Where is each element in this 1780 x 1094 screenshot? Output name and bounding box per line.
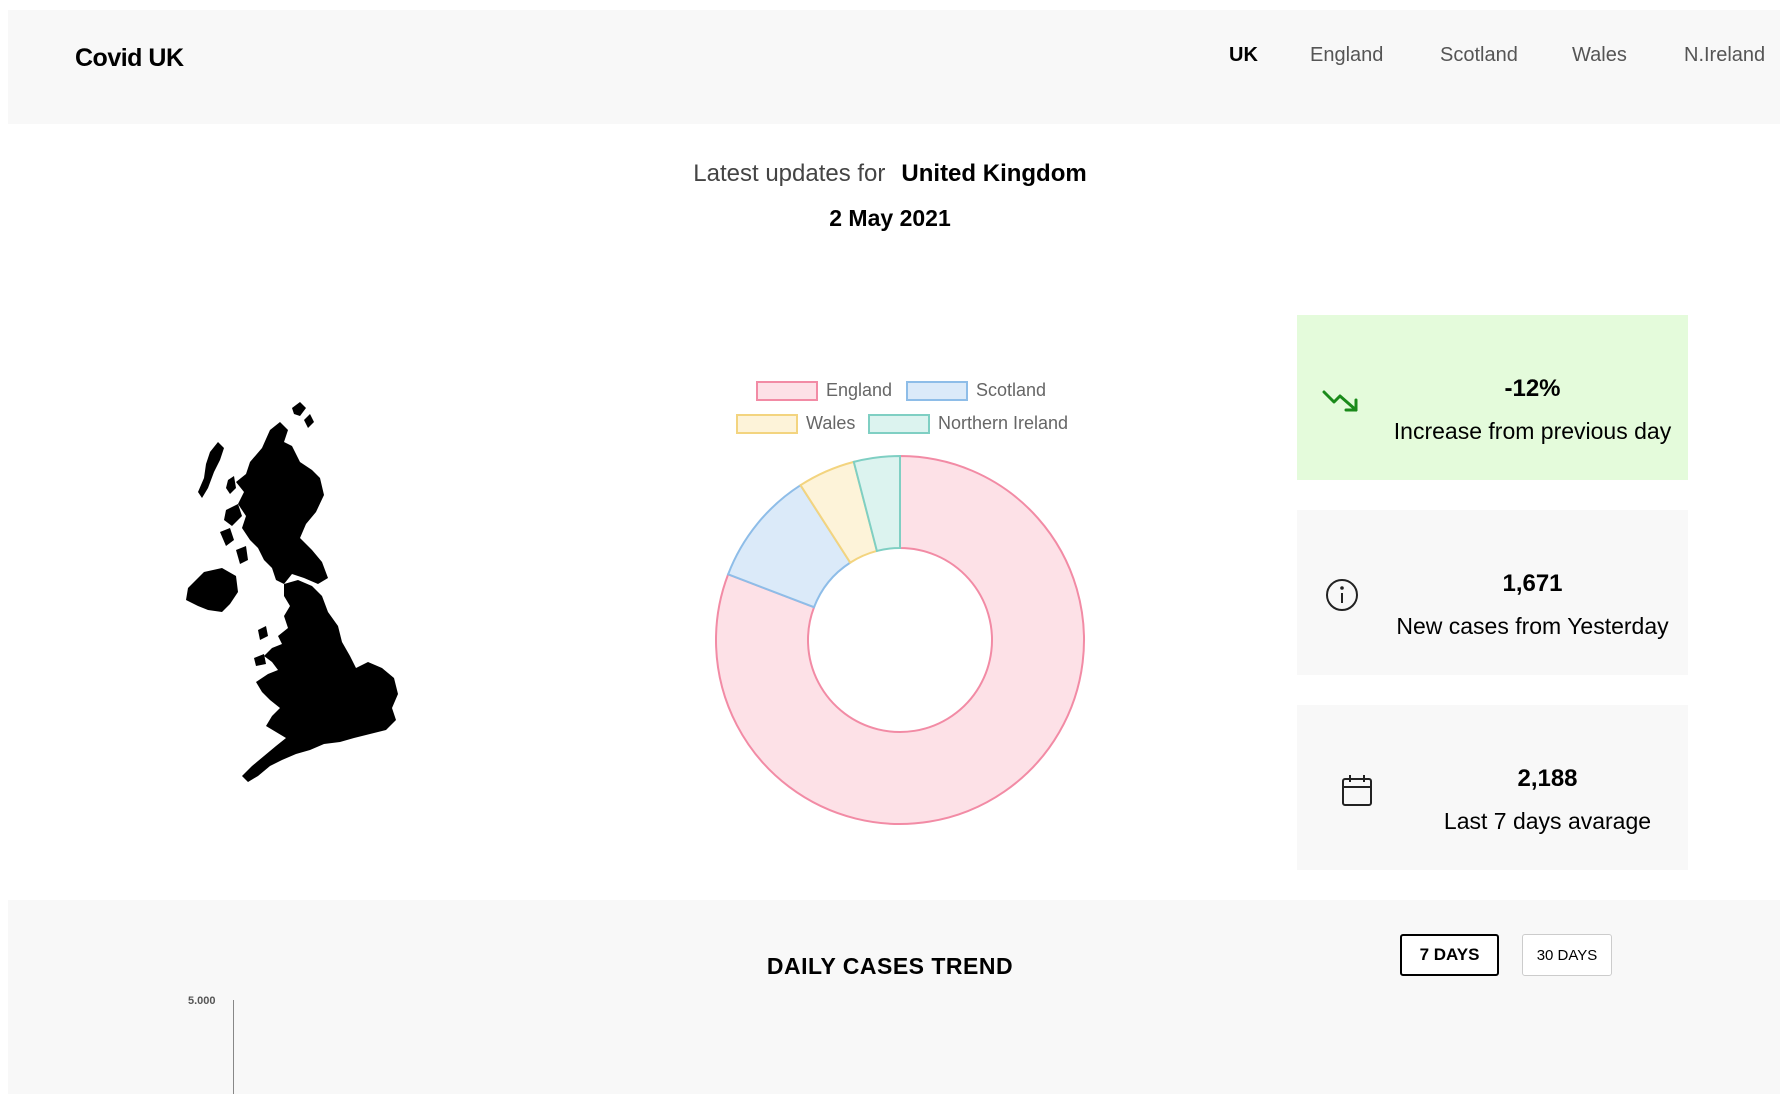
stat-value-change: -12% (1504, 375, 1561, 402)
stat-value-average: 2,188 (1517, 765, 1578, 792)
legend-swatch-scotland (906, 380, 968, 401)
stat-label-average: Last 7 days avarage (1443, 808, 1652, 834)
stat-value-new-cases: 1,671 (1502, 570, 1563, 597)
legend-label-wales: Wales (806, 413, 856, 433)
stat-card-new-cases: 1,671 New cases from Yesterday (1297, 510, 1688, 675)
legend-england[interactable]: England (756, 380, 892, 401)
legend-swatch-wales (736, 413, 798, 434)
regions-doughnut-chart (715, 454, 1085, 825)
uk-map-icon (186, 402, 398, 782)
nav-scotland[interactable]: Scotland (1440, 44, 1518, 67)
updates-date: 2 May 2021 (829, 205, 951, 231)
legend-swatch-northern-ireland (868, 413, 930, 434)
legend-scotland[interactable]: Scotland (906, 380, 1046, 401)
trend-title: DAILY CASES TREND (766, 953, 1014, 979)
updates-place: United Kingdom (901, 160, 1087, 187)
legend-label-scotland: Scotland (976, 380, 1047, 400)
updates-prefix: Latest updates for (693, 160, 886, 187)
brand-logo[interactable]: Covid UK (75, 44, 184, 73)
legend-label-england: England (826, 380, 893, 400)
y-axis-tick-label: 5.000 (188, 995, 216, 1007)
nav-uk[interactable]: UK (1229, 44, 1258, 67)
stat-label-change: Increase from previous day (1393, 418, 1672, 444)
top-navbar (8, 10, 1780, 124)
daily-cases-trend-panel (8, 900, 1780, 1094)
stat-card-average: 2,188 Last 7 days avarage (1297, 705, 1688, 870)
thirty-days-button[interactable]: 30 DAYS (1522, 934, 1612, 976)
legend-northern-ireland[interactable]: Northern Ireland (868, 413, 1068, 434)
legend-swatch-england (756, 380, 818, 401)
y-axis-line (233, 1000, 234, 1094)
legend-wales[interactable]: Wales (736, 413, 855, 434)
stat-label-new-cases: New cases from Yesterday (1396, 613, 1669, 639)
nav-nireland[interactable]: N.Ireland (1684, 44, 1765, 67)
nav-england[interactable]: England (1310, 44, 1383, 67)
latest-updates-heading: Latest updates for United Kingdom (0, 160, 1780, 188)
stat-card-change: -12% Increase from previous day (1297, 315, 1688, 480)
seven-days-button[interactable]: 7 DAYS (1400, 934, 1499, 976)
legend-label-northern-ireland: Northern Ireland (938, 413, 1069, 433)
nav-wales[interactable]: Wales (1572, 44, 1627, 67)
